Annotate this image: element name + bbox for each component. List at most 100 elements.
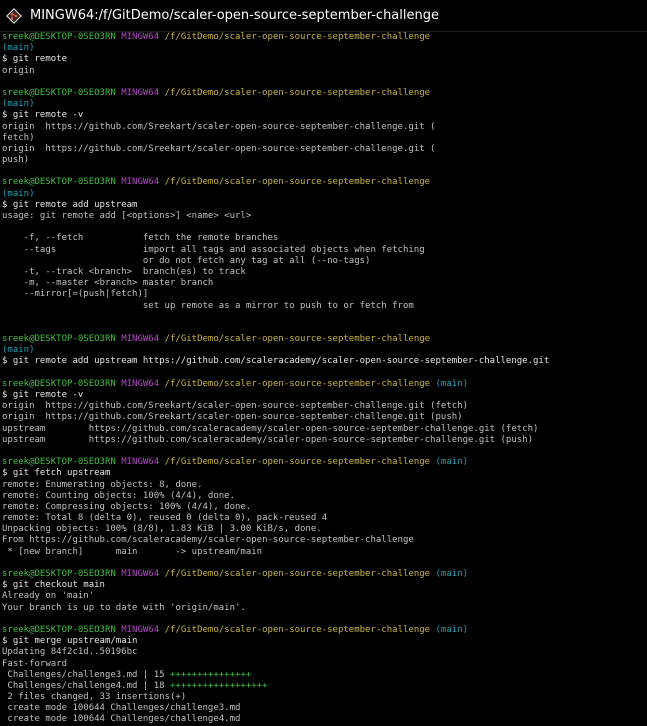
prompt-path: /f/GitDemo/scaler-open-source-september-… bbox=[164, 87, 431, 98]
prompt-branch: (main) bbox=[435, 457, 469, 468]
output-line: origin https://github.com/Sreekart/scale… bbox=[2, 412, 647, 423]
output-line: Already on 'main' bbox=[2, 591, 647, 602]
prompt-user: sreek@DESKTOP-0SEO3RN bbox=[2, 378, 116, 389]
command-text: $ git fetch upstream bbox=[2, 468, 111, 479]
output-line: upstream https://github.com/scaleracadem… bbox=[2, 435, 647, 446]
terminal-output[interactable]: sreek@DESKTOP-0SEO3RN MINGW64 /f/GitDemo… bbox=[0, 32, 647, 724]
command-line: $ git remote -v bbox=[2, 390, 647, 401]
prompt-system: MINGW64 bbox=[121, 378, 160, 389]
git-bash-icon bbox=[6, 7, 22, 24]
output-line: origin https://github.com/Sreekart/scale… bbox=[2, 122, 647, 133]
output-text: --tags import all tags and associated ob… bbox=[2, 244, 425, 255]
output-line: Unpacking objects: 100% (8/8), 1.83 KiB … bbox=[2, 524, 647, 535]
output-text: From https://github.com/scaleracademy/sc… bbox=[2, 535, 414, 546]
output-line: fetch) bbox=[2, 133, 647, 144]
output-line: origin https://github.com/Sreekart/scale… bbox=[2, 401, 647, 412]
prompt-line: sreek@DESKTOP-0SEO3RN MINGW64 /f/GitDemo… bbox=[2, 625, 647, 636]
output-text: Fast-forward bbox=[2, 658, 68, 669]
prompt-path: /f/GitDemo/scaler-open-source-september-… bbox=[164, 334, 431, 345]
output-line: * [new branch] main -> upstream/main bbox=[2, 547, 647, 558]
output-text: remote: Total 8 (delta 0), reused 0 (del… bbox=[2, 513, 328, 524]
prompt-user: sreek@DESKTOP-0SEO3RN bbox=[2, 87, 116, 98]
prompt-user: sreek@DESKTOP-0SEO3RN bbox=[2, 569, 116, 579]
prompt-line: sreek@DESKTOP-0SEO3RN MINGW64 /f/GitDemo… bbox=[2, 88, 647, 99]
prompt-user: sreek@DESKTOP-0SEO3RN bbox=[2, 177, 116, 188]
output-line: usage: git remote add [<options>] <name>… bbox=[2, 211, 647, 222]
prompt-line: sreek@DESKTOP-0SEO3RN MINGW64 /f/GitDemo… bbox=[2, 177, 647, 188]
output-line: create mode 100644 Challenges/challenge4… bbox=[2, 714, 647, 725]
output-text: 2 files changed, 33 insertions(+) bbox=[2, 692, 187, 703]
prompt-line: sreek@DESKTOP-0SEO3RN MINGW64 /f/GitDemo… bbox=[2, 457, 647, 468]
prompt-branch-line: (main) bbox=[2, 345, 647, 356]
command-text: $ git remote bbox=[2, 54, 68, 65]
command-line: $ git merge upstream/main bbox=[2, 636, 647, 647]
output-line: remote: Counting objects: 100% (4/4), do… bbox=[2, 491, 647, 502]
prompt-line: sreek@DESKTOP-0SEO3RN MINGW64 /f/GitDemo… bbox=[2, 379, 647, 390]
output-line: Fast-forward bbox=[2, 659, 647, 670]
prompt-line: sreek@DESKTOP-0SEO3RN MINGW64 /f/GitDemo… bbox=[2, 334, 647, 345]
prompt-branch: (main) bbox=[435, 378, 469, 389]
prompt-branch: (main) bbox=[2, 188, 35, 199]
window-title: MINGW64:/f/GitDemo/scaler-open-source-se… bbox=[30, 8, 439, 23]
diffstat-file: Challenges/challenge3.md | 15 bbox=[2, 669, 170, 680]
prompt-branch: (main) bbox=[435, 569, 469, 579]
prompt-line: sreek@DESKTOP-0SEO3RN MINGW64 /f/GitDemo… bbox=[2, 569, 647, 580]
output-line: 2 files changed, 33 insertions(+) bbox=[2, 692, 647, 703]
prompt-path: /f/GitDemo/scaler-open-source-september-… bbox=[164, 569, 431, 579]
command-text: $ git checkout main bbox=[2, 580, 105, 591]
output-text: remote: Compressing objects: 100% (4/4),… bbox=[2, 501, 252, 512]
diffstat-line: Challenges/challenge3.md | 15 ++++++++++… bbox=[2, 670, 647, 681]
prompt-branch: (main) bbox=[2, 43, 35, 54]
output-line: --tags import all tags and associated ob… bbox=[2, 245, 647, 256]
output-line: -f, --fetch fetch the remote branches bbox=[2, 233, 647, 244]
diffstat-plus: +++++++++++++++ bbox=[169, 669, 252, 680]
output-line: origin https://github.com/Sreekart/scale… bbox=[2, 144, 647, 155]
diffstat-plus: ++++++++++++++++++ bbox=[169, 680, 268, 691]
prompt-system: MINGW64 bbox=[121, 457, 160, 468]
prompt-user: sreek@DESKTOP-0SEO3RN bbox=[2, 624, 116, 635]
output-text: Updating 84f2c1d..50196bc bbox=[2, 647, 138, 658]
output-line: Your branch is up to date with 'origin/m… bbox=[2, 603, 647, 614]
output-text: push) bbox=[2, 155, 30, 166]
command-line: $ git fetch upstream bbox=[2, 468, 647, 479]
output-text: set up remote as a mirror to push to or … bbox=[2, 300, 414, 311]
output-text: origin https://github.com/Sreekart/scale… bbox=[2, 412, 463, 423]
output-text: or do not fetch any tag at all (--no-tag… bbox=[2, 255, 371, 266]
command-text: $ git remote add upstream https://github… bbox=[2, 356, 550, 367]
output-text: remote: Enumerating objects: 8, done. bbox=[2, 479, 203, 490]
output-text: Your branch is up to date with 'origin/m… bbox=[2, 602, 246, 613]
output-text: -f, --fetch fetch the remote branches bbox=[2, 233, 279, 244]
output-text: create mode 100644 Challenges/challenge3… bbox=[2, 703, 241, 714]
command-line: $ git checkout main bbox=[2, 580, 647, 591]
output-text: origin bbox=[2, 65, 35, 76]
window-titlebar[interactable]: MINGW64:/f/GitDemo/scaler-open-source-se… bbox=[0, 0, 647, 32]
output-text: -m, --master <branch> master branch bbox=[2, 278, 214, 289]
output-line: or do not fetch any tag at all (--no-tag… bbox=[2, 256, 647, 267]
prompt-system: MINGW64 bbox=[121, 624, 160, 635]
command-text: $ git remote -v bbox=[2, 390, 84, 400]
command-text: $ git remote -v bbox=[2, 110, 84, 121]
prompt-system: MINGW64 bbox=[121, 32, 160, 42]
prompt-branch: (main) bbox=[435, 624, 469, 635]
output-line: remote: Compressing objects: 100% (4/4),… bbox=[2, 502, 647, 513]
prompt-path: /f/GitDemo/scaler-open-source-september-… bbox=[164, 457, 431, 468]
prompt-system: MINGW64 bbox=[121, 334, 160, 345]
output-text: upstream https://github.com/scaleracadem… bbox=[2, 423, 539, 434]
output-text: -t, --track <branch> branch(es) to track bbox=[2, 266, 246, 277]
output-text: create mode 100644 Challenges/challenge4… bbox=[2, 714, 241, 725]
output-line: remote: Enumerating objects: 8, done. bbox=[2, 480, 647, 491]
output-text: upstream https://github.com/scaleracadem… bbox=[2, 434, 534, 445]
output-line: -t, --track <branch> branch(es) to track bbox=[2, 267, 647, 278]
output-line: --mirror[=(push|fetch)] bbox=[2, 289, 647, 300]
prompt-path: /f/GitDemo/scaler-open-source-september-… bbox=[164, 32, 431, 42]
prompt-branch: (main) bbox=[2, 345, 35, 356]
prompt-line: sreek@DESKTOP-0SEO3RN MINGW64 /f/GitDemo… bbox=[2, 32, 647, 43]
prompt-system: MINGW64 bbox=[121, 87, 160, 98]
output-text: Unpacking objects: 100% (8/8), 1.83 KiB … bbox=[2, 524, 322, 535]
command-line: $ git remote add upstream bbox=[2, 200, 647, 211]
